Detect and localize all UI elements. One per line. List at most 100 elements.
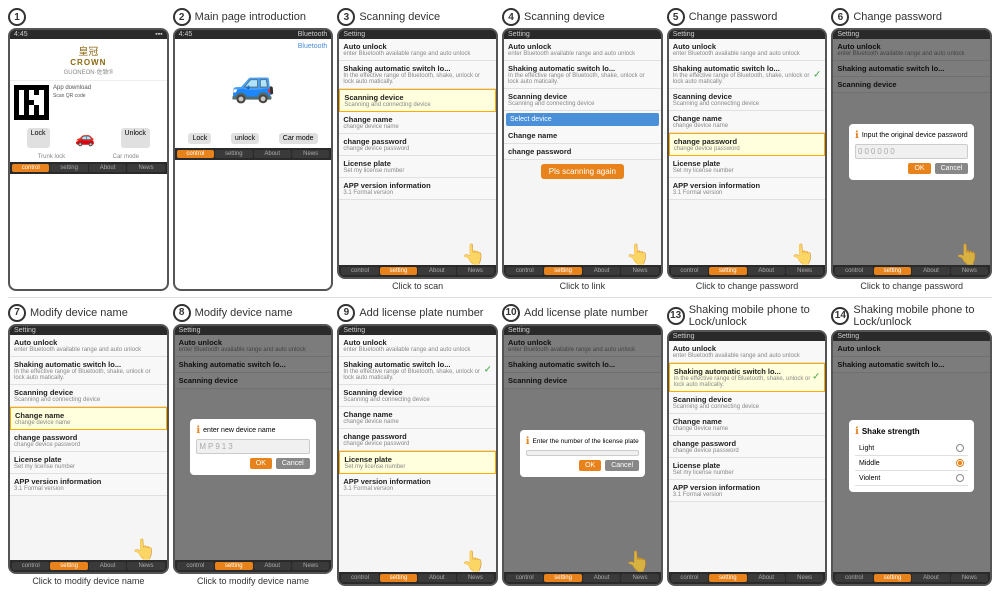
- menu-shaking-13[interactable]: Shaking automatic switch lo... In the ef…: [669, 363, 826, 392]
- step-2-nav-control[interactable]: control: [177, 150, 214, 158]
- step-2-nav-setting[interactable]: setting: [215, 150, 252, 158]
- step-13-nav-about[interactable]: About: [748, 574, 785, 582]
- step-2-lock[interactable]: Lock: [188, 133, 211, 144]
- step-8-ok-btn[interactable]: OK: [250, 458, 272, 469]
- qr-code: [14, 85, 49, 120]
- step-5-nav-control[interactable]: control: [671, 267, 708, 275]
- nav-news[interactable]: News: [127, 164, 164, 172]
- step-8-cancel-btn[interactable]: Cancel: [276, 458, 310, 469]
- step-14-nav-control[interactable]: control: [835, 574, 872, 582]
- step-6-nav-news[interactable]: News: [951, 267, 988, 275]
- step-14-nav-about[interactable]: About: [912, 574, 949, 582]
- step-10-cancel-btn[interactable]: Cancel: [605, 460, 639, 471]
- step-8-title: Modify device name: [195, 307, 293, 319]
- step-2-status-bar: 4:45 Bluetooth: [175, 30, 332, 39]
- step-7-nav-setting[interactable]: setting: [50, 562, 87, 570]
- step-3-nav-news[interactable]: News: [457, 267, 494, 275]
- menu-change-name-3: Change name change device name: [339, 112, 496, 134]
- step-6-cancel-btn[interactable]: Cancel: [935, 163, 969, 174]
- crown-brand: CROWN: [14, 58, 163, 67]
- step-8-nav-control[interactable]: control: [177, 562, 214, 570]
- step-14-content: Auto unlock Shaking automatic switch lo.…: [833, 341, 990, 573]
- step-2-nav-about[interactable]: About: [254, 150, 291, 158]
- step-6-dialog-title: Input the original device password: [862, 132, 968, 139]
- step-9-nav-news[interactable]: News: [457, 574, 494, 582]
- step-3-nav-setting[interactable]: setting: [380, 267, 417, 275]
- shake-middle-radio[interactable]: [956, 459, 964, 467]
- step-4-nav-about[interactable]: About: [583, 267, 620, 275]
- scan-again-btn[interactable]: Pls scanning again: [541, 164, 624, 179]
- step-10-nav-news[interactable]: News: [621, 574, 658, 582]
- menu-license-9[interactable]: License plate Set my license number: [339, 451, 496, 474]
- step-7-nav-control[interactable]: control: [12, 562, 49, 570]
- step-8-nav-news[interactable]: News: [292, 562, 329, 570]
- step-14-nav-setting[interactable]: setting: [874, 574, 911, 582]
- menu-change-name-4: Change name: [504, 128, 661, 144]
- menu-shaking-7: Shaking automatic switch lo... In the ef…: [10, 357, 167, 385]
- step-5-cell: 5 Change password Setting Auto unlock en…: [667, 8, 828, 291]
- step-3-number: 3: [337, 8, 355, 26]
- step-8-nav-setting[interactable]: setting: [215, 562, 252, 570]
- step-4-nav-news[interactable]: News: [621, 267, 658, 275]
- step-3-header: 3 Scanning device: [337, 8, 440, 26]
- menu-change-pw-5[interactable]: change password change device password: [669, 133, 826, 156]
- shake-violent[interactable]: Violent: [855, 471, 968, 486]
- shake-violent-radio[interactable]: [956, 474, 964, 482]
- step-5-nav-about[interactable]: About: [748, 267, 785, 275]
- step-5-nav-setting[interactable]: setting: [709, 267, 746, 275]
- step-14-status-bar: Setting: [833, 332, 990, 341]
- step-13-nav-setting[interactable]: setting: [709, 574, 746, 582]
- lock-btn[interactable]: Lock: [27, 128, 50, 148]
- shake-light-radio[interactable]: [956, 444, 964, 452]
- step-2-carmode[interactable]: Car mode: [279, 133, 318, 144]
- step-6-caption: Click to change password: [831, 281, 992, 291]
- step-4-nav-setting[interactable]: setting: [544, 267, 581, 275]
- menu-scanning-3[interactable]: Scanning device Scanning and connecting …: [339, 89, 496, 112]
- step-7-title: Modify device name: [30, 307, 128, 319]
- shake-light[interactable]: Light: [855, 441, 968, 456]
- step-14-nav-news[interactable]: News: [951, 574, 988, 582]
- nav-control[interactable]: control: [12, 164, 49, 172]
- step-1-nav: control setting About News: [10, 162, 167, 174]
- scan-again-area: Pls scanning again: [504, 164, 661, 179]
- step-10-license-input[interactable]: [526, 450, 639, 456]
- step-4-nav-control[interactable]: control: [506, 267, 543, 275]
- step-10-nav-setting[interactable]: setting: [544, 574, 581, 582]
- shake-middle[interactable]: Middle: [855, 456, 968, 471]
- step-6-ok-btn[interactable]: OK: [908, 163, 930, 174]
- step-3-nav-about[interactable]: About: [418, 267, 455, 275]
- step-9-nav-about[interactable]: About: [418, 574, 455, 582]
- menu-change-name-7[interactable]: Change name change device name: [10, 407, 167, 430]
- step-10-ok-btn[interactable]: OK: [579, 460, 601, 471]
- step-6-pw-input[interactable]: 000000: [855, 144, 968, 159]
- unlock-btn[interactable]: Unlock: [121, 128, 150, 148]
- step-10-nav-about[interactable]: About: [583, 574, 620, 582]
- step-10-nav-control[interactable]: control: [506, 574, 543, 582]
- step-7-header: 7 Modify device name: [8, 304, 128, 322]
- step-5-nav-news[interactable]: News: [786, 267, 823, 275]
- step-14-screen: Setting Auto unlock Shaking automatic sw…: [831, 330, 992, 587]
- step-7-nav-about[interactable]: About: [89, 562, 126, 570]
- step-13-nav-control[interactable]: control: [671, 574, 708, 582]
- step-13-nav-news[interactable]: News: [786, 574, 823, 582]
- step-2-unlock[interactable]: unlock: [231, 133, 259, 144]
- qr-area: App download Scan QR code: [10, 81, 167, 124]
- step-6-nav-about[interactable]: About: [912, 267, 949, 275]
- step-7-content: Auto unlock enter Bluetooth available ra…: [10, 335, 167, 561]
- nav-about[interactable]: About: [89, 164, 126, 172]
- step-9-nav-setting[interactable]: setting: [380, 574, 417, 582]
- step-4-title: Scanning device: [524, 11, 605, 23]
- menu-auto-unlock-3: Auto unlock enter Bluetooth available ra…: [339, 39, 496, 61]
- step-7-nav-news[interactable]: News: [127, 562, 164, 570]
- step-8-name-input[interactable]: MP913: [196, 439, 309, 454]
- step-6-nav-control[interactable]: control: [835, 267, 872, 275]
- step-6-nav-setting[interactable]: setting: [874, 267, 911, 275]
- step-9-nav-control[interactable]: control: [341, 574, 378, 582]
- info-icon-6: ℹ: [855, 130, 859, 141]
- step-2-nav-news[interactable]: News: [292, 150, 329, 158]
- step-8-nav-about[interactable]: About: [254, 562, 291, 570]
- step-3-hand: 👆: [461, 242, 486, 267]
- menu-change-pw-7: change password change device password: [10, 430, 167, 452]
- nav-setting[interactable]: setting: [50, 164, 87, 172]
- step-3-nav-control[interactable]: control: [341, 267, 378, 275]
